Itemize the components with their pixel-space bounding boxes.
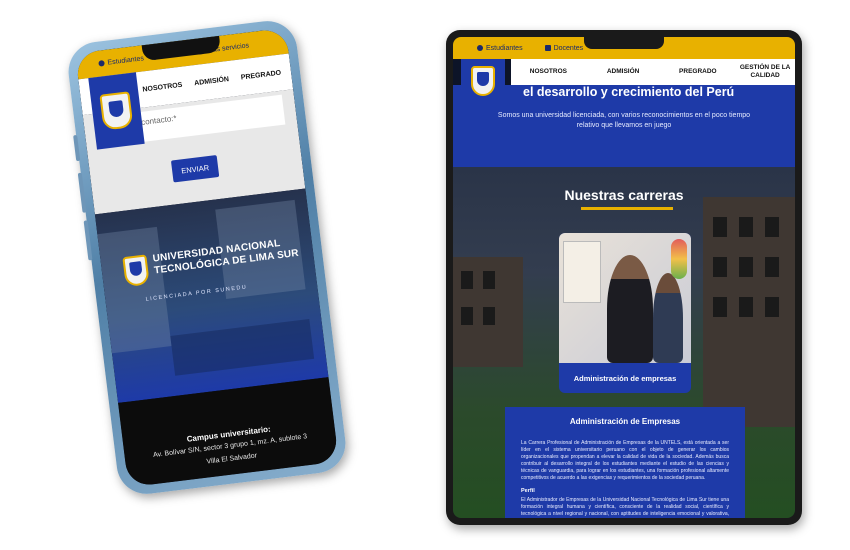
profile-text: El Administrador de Empresas de la Unive… <box>521 497 729 517</box>
balloons <box>671 239 687 279</box>
tablet-mockup: Estudiantes Docentes NOSOTROS ADMISIÓN P… <box>446 30 802 525</box>
tablet-screen: Estudiantes Docentes NOSOTROS ADMISIÓN P… <box>453 37 795 518</box>
career-photo <box>559 233 691 363</box>
user-icon <box>477 45 483 51</box>
person-second <box>653 273 683 363</box>
hero-headline: el desarrollo y crecimiento del Perú <box>523 85 735 99</box>
careers-underline <box>581 207 673 210</box>
career-detail-panel: Administración de Empresas La Carrera Pr… <box>505 407 745 518</box>
career-card-label: Administración de empresas <box>573 373 677 383</box>
crest-icon <box>471 66 495 96</box>
students-link[interactable]: Estudiantes <box>477 45 523 52</box>
university-logo[interactable] <box>461 59 505 103</box>
teachers-link[interactable]: Docentes <box>544 44 584 52</box>
career-detail-intro: La Carrera Profesional de Administración… <box>521 440 729 481</box>
university-logo[interactable] <box>88 72 145 150</box>
crest-icon <box>122 254 150 288</box>
teachers-label: Docentes <box>553 44 584 52</box>
person-main <box>607 255 653 363</box>
phone-mockup: Estudiantes Docentes Más servicios NOSOT… <box>65 17 349 498</box>
nav-gestion-calidad[interactable]: GESTIÓN DE LA CALIDAD <box>735 64 795 80</box>
careers-title: Nuestras carreras <box>564 187 684 203</box>
tablet-notch <box>584 37 664 49</box>
profile-heading: Perfil <box>521 488 535 494</box>
tablet-nav: NOSOTROS ADMISIÓN PREGRADO GESTIÓN DE LA… <box>511 59 795 85</box>
building-left <box>453 257 523 367</box>
students-label: Estudiantes <box>486 44 523 52</box>
hero-subtext: Somos una universidad licenciada, con va… <box>497 112 751 129</box>
poster <box>563 241 601 303</box>
building <box>170 318 315 376</box>
crest-icon <box>99 91 134 131</box>
user-icon <box>98 60 105 67</box>
career-detail-title: Administración de Empresas <box>569 417 681 426</box>
students-link[interactable]: Estudiantes <box>98 55 144 68</box>
nav-nosotros[interactable]: NOSOTROS <box>142 81 183 93</box>
nav-nosotros[interactable]: NOSOTROS <box>511 68 586 76</box>
students-label: Estudiantes <box>107 54 145 67</box>
career-card[interactable]: Administración de empresas <box>559 233 691 393</box>
building-right <box>703 197 795 427</box>
campus-banner <box>94 188 329 403</box>
teacher-icon <box>544 45 551 51</box>
nav-pregrado[interactable]: PREGRADO <box>240 69 281 81</box>
nav-admision[interactable]: ADMISIÓN <box>194 76 230 87</box>
nav-admision[interactable]: ADMISIÓN <box>586 68 661 76</box>
nav-pregrado[interactable]: PREGRADO <box>660 68 735 76</box>
